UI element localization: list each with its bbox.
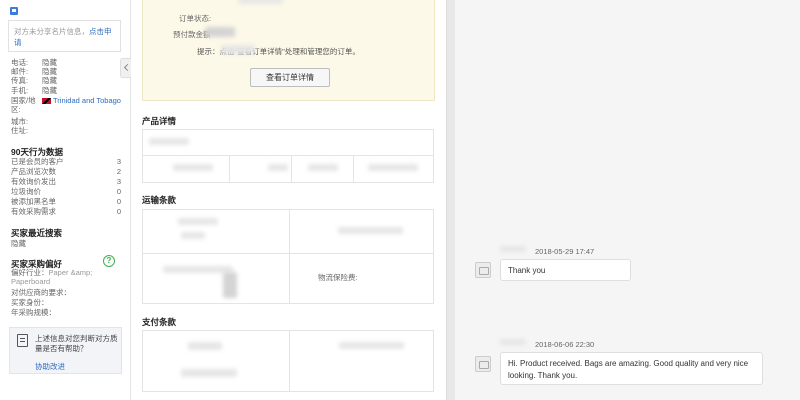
survey-icon <box>17 334 28 347</box>
pref-volume: 年采购规模： <box>11 308 56 317</box>
mobile-row: 手机: 隐藏 <box>11 86 57 95</box>
redacted-cell <box>338 227 403 234</box>
order-status-label: 订单状态: <box>179 14 212 23</box>
city-label: 城市: <box>11 117 29 126</box>
pref-industry: 偏好行业：Paper &amp; Paperboard <box>11 268 93 286</box>
shipping-terms-table: 物流保险费: <box>142 209 434 304</box>
stat-row: 被添加黑名单 0 <box>11 197 121 206</box>
collapse-sidebar-button[interactable] <box>120 58 131 78</box>
country-flag-icon <box>42 98 51 105</box>
order-summary-box: 订单状态: 预付款金额 提示：点击"查看订单详情"处理和管理您的订单。 查看订单… <box>142 0 435 101</box>
chat-panel: 2018-05-29 17:47 Thank you 2018-06-06 22… <box>455 0 800 400</box>
redacted-amount <box>205 27 235 37</box>
help-question-icon[interactable]: ? <box>103 255 115 267</box>
order-detail-panel: 订单状态: 预付款金额 提示：点击"查看订单详情"处理和管理您的订单。 查看订单… <box>131 0 446 400</box>
view-order-details-button[interactable]: 查看订单详情 <box>250 68 330 87</box>
share-card-text: 对方未分享名片信息， <box>14 27 89 36</box>
chat-message: Hi. Product received. Bags are amazing. … <box>500 352 763 385</box>
avatar-icon <box>475 262 491 278</box>
redacted-cell <box>308 164 338 171</box>
country-label: 国家/地区: <box>11 96 36 114</box>
pref-supplier-req: 对供应商的要求： <box>11 288 71 297</box>
country-value: Trinidad and Tobago <box>42 96 124 105</box>
redacted-cell <box>178 218 218 225</box>
buyer-info-sidebar: 对方未分享名片信息，点击申请 电话: 隐藏 邮件: 隐藏 传真: 隐藏 手机: 隐藏 国… <box>0 0 131 400</box>
stat-row: 有效采购需求 0 <box>11 207 121 216</box>
stat-row: 产品浏览次数 2 <box>11 167 121 176</box>
payment-terms-title: 支付条款 <box>142 317 177 327</box>
redacted-product-name <box>149 138 189 145</box>
feedback-box: 上述信息对您判断对方质量是否有帮助？ 协助改进 <box>9 327 122 374</box>
stat-row: 有效询价发出 3 <box>11 177 121 186</box>
avatar-icon <box>475 356 491 372</box>
redacted-text <box>238 0 283 4</box>
address-label: 住址: <box>11 126 29 135</box>
product-details-table <box>142 129 434 183</box>
redacted-cell <box>181 369 237 377</box>
product-details-title: 产品详情 <box>142 116 177 126</box>
email-row: 邮件: 隐藏 <box>11 67 57 76</box>
redacted-cell <box>268 164 288 171</box>
pref-identity: 买家身份： <box>11 298 49 307</box>
phone-row: 电话: 隐藏 <box>11 58 57 67</box>
payment-terms-table <box>142 330 434 392</box>
redacted-text <box>221 45 255 54</box>
business-card-icon <box>10 7 18 15</box>
fax-row: 传真: 隐藏 <box>11 76 57 85</box>
shipping-terms-title: 运输条款 <box>142 195 177 205</box>
message-timestamp: 2018-05-29 17:47 <box>535 247 595 256</box>
redacted-cell <box>188 342 222 350</box>
feedback-question: 上述信息对您判断对方质量是否有帮助？ <box>35 334 118 353</box>
redacted-cell <box>223 272 237 298</box>
assist-improve-link[interactable]: 协助改进 <box>35 361 65 372</box>
chat-message: Thank you <box>500 259 631 281</box>
redacted-sender <box>500 339 526 345</box>
stat-row: 垃圾询价 0 <box>11 187 121 196</box>
message-timestamp: 2018-06-06 22:30 <box>535 340 595 349</box>
recent-search-value: 隐藏 <box>11 239 26 248</box>
redacted-cell <box>173 164 213 171</box>
redacted-sender <box>500 246 526 252</box>
redacted-cell <box>181 232 205 239</box>
redacted-cell <box>339 342 404 349</box>
stat-row: 已是会员的客户 3 <box>11 157 121 166</box>
panel-resize-handle[interactable] <box>446 0 455 400</box>
redacted-cell <box>368 164 418 171</box>
share-card-box: 对方未分享名片信息，点击申请 <box>8 20 121 52</box>
insurance-label: 物流保险费: <box>318 273 358 282</box>
